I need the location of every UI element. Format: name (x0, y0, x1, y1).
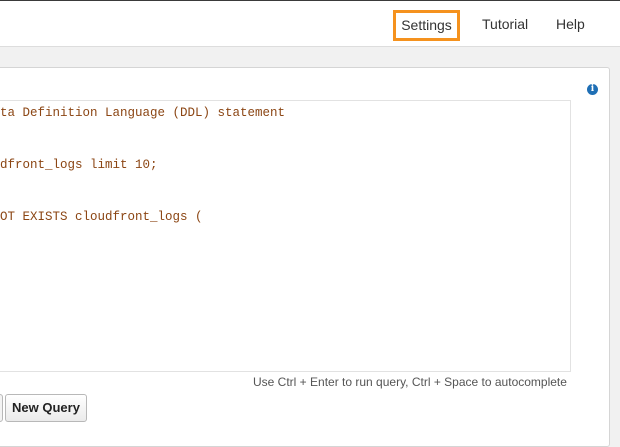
top-nav-bar: Settings Tutorial Help (0, 0, 620, 47)
run-query-button[interactable] (0, 394, 3, 422)
editor-line-3: OT EXISTS cloudfront_logs ( (0, 210, 203, 224)
editor-line-2: dfront_logs limit 10; (0, 158, 158, 172)
keyboard-hint: Use Ctrl + Enter to run query, Ctrl + Sp… (253, 375, 567, 389)
nav-tutorial-link[interactable]: Tutorial (482, 15, 528, 33)
query-editor[interactable] (0, 100, 571, 372)
nav-help-link[interactable]: Help (556, 15, 585, 33)
editor-line-1: ta Definition Language (DDL) statement (0, 106, 286, 120)
info-icon[interactable]: i (587, 84, 598, 95)
new-query-button[interactable]: New Query (5, 394, 87, 422)
nav-settings-link[interactable]: Settings (393, 10, 460, 41)
